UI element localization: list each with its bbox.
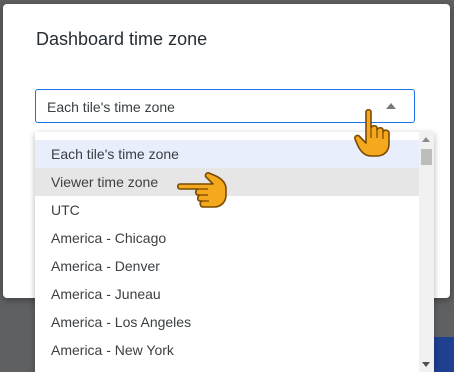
option-america-los-angeles[interactable]: America - Los Angeles — [35, 308, 419, 336]
select-value: Each tile's time zone — [47, 99, 175, 115]
hand-pointer-icon — [354, 108, 390, 157]
option-america-chicago[interactable]: America - Chicago — [35, 224, 419, 252]
option-america-denver[interactable]: America - Denver — [35, 252, 419, 280]
timezone-dropdown-list[interactable]: Each tile's time zone Viewer time zone U… — [35, 132, 434, 372]
scroll-down-icon[interactable] — [422, 362, 430, 367]
scroll-up-icon[interactable] — [422, 137, 430, 142]
option-america-juneau[interactable]: America - Juneau — [35, 280, 419, 308]
dialog-title: Dashboard time zone — [36, 29, 208, 49]
dropdown-scrollbar[interactable] — [419, 132, 434, 372]
hand-pointer-icon — [176, 172, 227, 208]
option-america-new-york[interactable]: America - New York — [35, 336, 419, 364]
scroll-thumb[interactable] — [421, 149, 432, 165]
